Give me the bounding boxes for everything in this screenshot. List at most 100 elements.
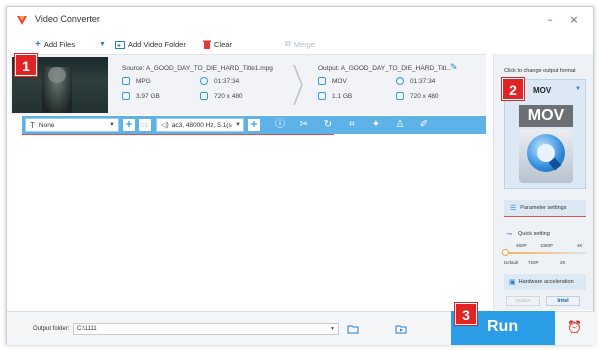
mov-label-icon: MOV [519, 105, 573, 127]
mov-format-icon: MOV [519, 105, 573, 185]
subtitle-select[interactable]: T None ▼ [25, 118, 119, 132]
subtitle-icon: T [30, 120, 35, 130]
format-icon [318, 77, 326, 85]
output-folder-input[interactable]: C:\1111 ▼ [73, 323, 339, 335]
source-size: 3.97 GB [136, 93, 160, 100]
change-format-label: Click to change output format [504, 68, 576, 74]
source-resolution: 720 x 480 [214, 93, 243, 100]
open-output-folder-icon[interactable] [395, 324, 407, 334]
quality-label-default: Default [504, 260, 519, 265]
progress-underline [22, 134, 334, 135]
clear-label: Clear [214, 39, 232, 49]
quality-label-480p: 480P [516, 243, 527, 248]
add-files-label: Add Files [43, 39, 76, 49]
task-item[interactable]: Source: A_GOOD_DAY_TO_DIE_HARD_Title1.mp… [10, 55, 486, 115]
output-resolution: 720 x 480 [410, 93, 439, 100]
cut-icon[interactable]: ✂ [298, 119, 310, 131]
dropdown-arrow-icon: ▼ [99, 40, 106, 48]
resolution-icon [396, 92, 404, 100]
minimize-icon[interactable]: – [543, 13, 557, 27]
add-subtitle-icon[interactable]: + [123, 119, 135, 131]
task-list: Source: A_GOOD_DAY_TO_DIE_HARD_Title1.mp… [10, 54, 486, 309]
intel-label: Intel [557, 298, 569, 304]
output-duration: 01:37:34 [410, 78, 436, 85]
file-size-icon [318, 92, 326, 100]
crop-icon[interactable]: ⌗ [346, 119, 358, 131]
nvidia-label: NVIDIA [515, 298, 531, 303]
hardware-acceleration-button[interactable]: ▣ Hardware acceleration [504, 274, 586, 290]
rotate-icon[interactable]: ↻ [322, 119, 334, 131]
browse-folder-icon[interactable] [347, 324, 359, 334]
app-window: Video Converter – × + Add Files ▼ Add Vi… [6, 6, 595, 345]
merge-button[interactable]: ⧉ Merge [285, 36, 315, 52]
window-title: Video Converter [35, 14, 100, 24]
source-format: MPG [136, 78, 151, 85]
watermark-icon[interactable]: ♙ [394, 119, 406, 131]
quality-label-720p: 720P [528, 260, 539, 265]
clock-icon [396, 77, 404, 85]
close-icon[interactable]: × [567, 13, 581, 27]
merge-icon: ⧉ [285, 39, 291, 48]
clear-button[interactable]: Clear [203, 36, 232, 52]
quality-slider[interactable] [504, 252, 586, 254]
subtitle-value: None [38, 121, 55, 129]
trash-icon [203, 40, 211, 49]
output-filename: Output: A_GOOD_DAY_TO_DIE_HARD_Titl... [318, 65, 452, 72]
format-value: MOV [533, 86, 552, 95]
run-label: Run [487, 318, 519, 335]
quality-slider-handle[interactable] [502, 249, 509, 256]
step-badge-1: 1 [15, 54, 37, 76]
audio-track-value: ac3, 48000 Hz, 5.1(s [171, 121, 232, 129]
output-size: 1.1 GB [332, 93, 353, 100]
output-folder-value: C:\1111 [77, 326, 97, 332]
title-bar: Video Converter – × [7, 7, 593, 33]
step-badge-2: 2 [502, 78, 524, 100]
quality-label-4k: 4K [577, 243, 583, 248]
toolbar: + Add Files ▼ Add Video Folder Clear ⧉ M… [7, 35, 487, 53]
quick-setting-label: Quick setting [518, 231, 550, 237]
source-filename: Source: A_GOOD_DAY_TO_DIE_HARD_Title1.mp… [122, 65, 273, 72]
chevron-down-icon: ▼ [235, 122, 241, 128]
add-files-dropdown[interactable]: ▼ [99, 36, 106, 52]
format-icon [122, 77, 130, 85]
subtitle-tool-icon[interactable]: ✐ [418, 119, 430, 131]
subtitle-edit-icon[interactable]: cc [139, 119, 151, 131]
quality-label-2k: 2K [560, 260, 566, 265]
chevron-down-icon: ▼ [330, 326, 335, 332]
plus-icon: + [35, 38, 41, 50]
effects-icon[interactable]: ✦ [370, 119, 382, 131]
source-duration: 01:37:34 [214, 78, 240, 85]
merge-label: Merge [293, 39, 315, 49]
parameter-settings-label: Parameter settings [520, 205, 567, 211]
hardware-acceleration-label: Hardware acceleration [518, 279, 574, 285]
edit-pencil-icon[interactable]: ✎ [450, 63, 458, 73]
add-audio-icon[interactable]: + [248, 119, 260, 131]
chevron-down-icon: ▼ [109, 122, 115, 128]
nvidia-badge: NVIDIA [506, 296, 540, 306]
add-files-button[interactable]: + Add Files [35, 36, 75, 52]
quality-label-1080p: 1080P [540, 243, 554, 248]
output-folder-label: Output folder: [33, 326, 70, 332]
resolution-icon [200, 92, 208, 100]
parameter-settings-button[interactable]: ☰ Parameter settings [504, 200, 586, 216]
audio-track-select[interactable]: ◁) ac3, 48000 Hz, 5.1(s ▼ [156, 118, 244, 132]
folder-icon [115, 40, 125, 49]
alarm-clock-icon[interactable]: ⏰ [567, 320, 582, 334]
speaker-icon: ◁) [161, 122, 169, 129]
file-size-icon [122, 92, 130, 100]
convert-arrow-icon [293, 64, 303, 106]
info-icon[interactable]: ⓘ [274, 119, 286, 131]
chip-icon: ▣ [509, 279, 516, 286]
edit-controls-bar: T None ▼ + cc ◁) ac3, 48000 Hz, 5.1(s ▼ … [22, 116, 486, 134]
clock-icon [200, 77, 208, 85]
output-format: MOV [332, 78, 347, 85]
app-logo-icon [17, 16, 27, 25]
settings-sliders-icon: ☰ [510, 205, 517, 212]
intel-badge: Intel [546, 296, 580, 306]
quick-setting-icon: ⊸ [506, 231, 512, 238]
chevron-down-icon: ▼ [575, 86, 581, 92]
add-video-folder-label: Add Video Folder [128, 39, 186, 49]
divider [504, 216, 586, 217]
add-video-folder-button[interactable]: Add Video Folder [115, 36, 186, 52]
step-badge-3: 3 [455, 303, 477, 325]
